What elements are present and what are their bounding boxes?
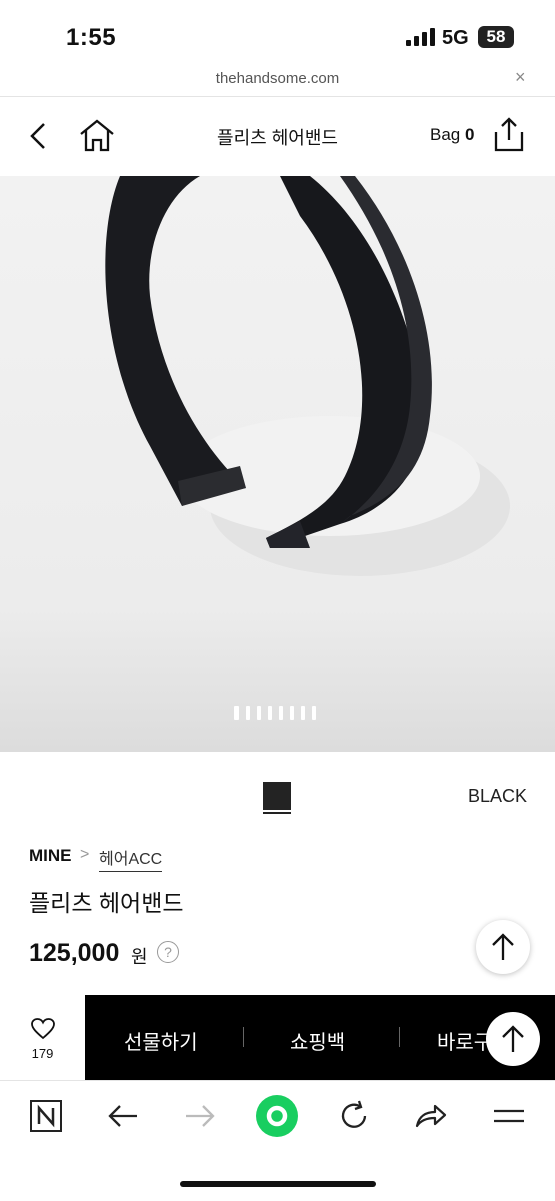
bag-label: Bag	[430, 125, 461, 144]
status-bar: 1:55 5G 58	[0, 0, 555, 62]
heart-icon[interactable]	[31, 1018, 55, 1040]
page-dot[interactable]	[268, 706, 272, 720]
bag-count: 0	[464, 125, 475, 144]
home-indicator	[180, 1181, 376, 1187]
close-icon[interactable]: ×	[515, 67, 526, 88]
breadcrumb-separator: >	[80, 846, 90, 863]
page-title: 플리츠 헤어밴드	[217, 128, 338, 148]
page-header: 플리츠 헤어밴드 Bag 0	[0, 96, 555, 176]
chevron-left-icon[interactable]	[28, 122, 50, 150]
currency-label: 원	[131, 947, 148, 967]
page-dot[interactable]	[312, 706, 316, 720]
price-help-icon[interactable]: ?	[157, 941, 179, 963]
reload-icon[interactable]	[336, 1098, 372, 1134]
scroll-top-button-floating[interactable]	[486, 1012, 540, 1066]
scroll-top-button[interactable]	[476, 920, 530, 974]
product-image-gallery[interactable]	[0, 176, 555, 752]
page-dot[interactable]	[234, 706, 239, 720]
color-name: BLACK	[468, 786, 528, 806]
bag-button[interactable]: Bag 0	[430, 125, 474, 145]
arrow-up-icon	[492, 933, 514, 960]
like-count: 179	[31, 1046, 54, 1061]
product-name: 플리츠 헤어밴드	[29, 890, 184, 916]
menu-icon[interactable]	[491, 1098, 527, 1134]
brand-link[interactable]: MINE	[29, 846, 72, 866]
green-dot-button[interactable]	[256, 1095, 298, 1137]
arrow-left-icon[interactable]	[105, 1098, 141, 1134]
page-dot[interactable]	[257, 706, 261, 720]
divider	[399, 1027, 400, 1047]
naver-n-icon[interactable]	[28, 1098, 64, 1134]
buy-now-button[interactable]: 바로구	[437, 1026, 492, 1055]
arrow-right-icon[interactable]	[182, 1098, 218, 1134]
product-price: 125,000	[29, 939, 120, 967]
url-text[interactable]: thehandsome.com	[0, 70, 555, 87]
category-link[interactable]: 헤어ACC	[99, 845, 163, 872]
share-icon[interactable]	[492, 116, 526, 152]
color-swatch[interactable]	[263, 782, 291, 810]
headband-image	[105, 176, 510, 576]
url-bar[interactable]: thehandsome.com ×	[0, 62, 555, 97]
page-dot[interactable]	[279, 706, 283, 720]
share-arrow-icon[interactable]	[413, 1098, 449, 1134]
signal-icon	[406, 28, 435, 46]
home-icon[interactable]	[78, 118, 116, 152]
battery-indicator: 58	[478, 26, 514, 48]
gift-button[interactable]: 선물하기	[124, 1026, 198, 1055]
gallery-pagination[interactable]	[234, 706, 323, 720]
page-dot[interactable]	[301, 706, 305, 720]
shopping-bag-button[interactable]: 쇼핑백	[290, 1026, 345, 1055]
network-label: 5G	[442, 27, 469, 49]
status-time: 1:55	[66, 24, 117, 51]
selected-swatch-underline	[263, 812, 291, 814]
page-dot[interactable]	[246, 706, 250, 720]
arrow-up-icon	[502, 1025, 524, 1052]
page-dot[interactable]	[290, 706, 294, 720]
divider	[243, 1027, 244, 1047]
